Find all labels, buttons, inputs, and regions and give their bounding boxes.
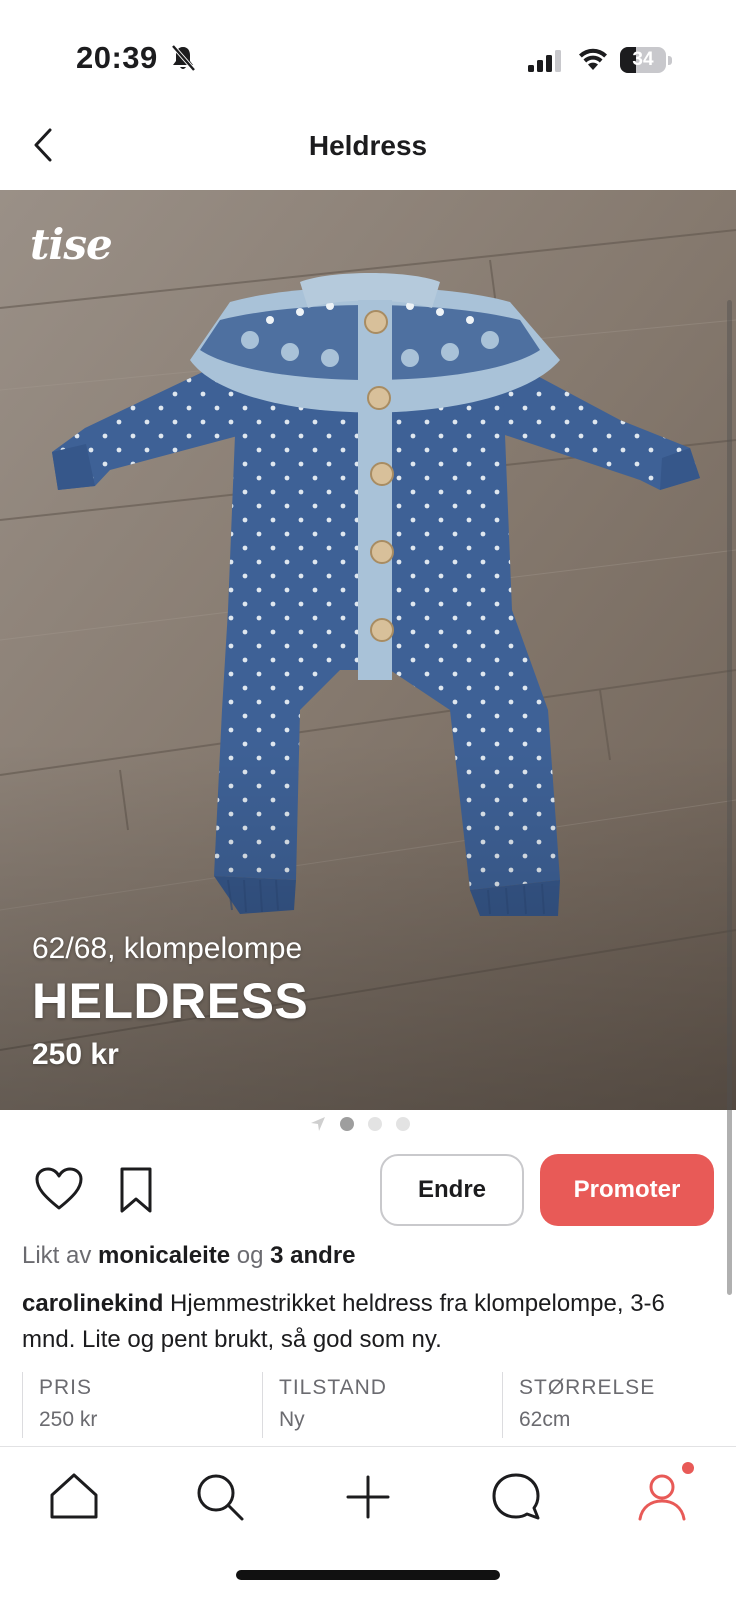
chat-icon[interactable]: [488, 1469, 544, 1525]
heart-icon[interactable]: [34, 1166, 84, 1212]
image-pagination: [0, 1114, 736, 1134]
detail-label: TILSTAND: [279, 1376, 387, 1399]
detail-size: STØRRELSE 62cm: [502, 1372, 714, 1438]
battery-icon: 34: [620, 47, 672, 73]
detail-value: 62cm: [519, 1408, 571, 1431]
edit-button[interactable]: Endre: [380, 1154, 524, 1226]
detail-value: 250 kr: [39, 1408, 98, 1431]
likes-others-link[interactable]: 3 andre: [270, 1242, 355, 1269]
pagination-dot[interactable]: [340, 1117, 354, 1131]
likes-summary: Likt av monicaleite og 3 andre: [22, 1242, 356, 1270]
scrollbar[interactable]: [727, 300, 732, 1295]
seller-username[interactable]: carolinekind: [22, 1290, 163, 1317]
detail-value: Ny: [279, 1408, 305, 1431]
tise-watermark: tise: [30, 220, 113, 269]
page-title: Heldress: [308, 130, 428, 161]
nav-header: Heldress: [0, 110, 736, 190]
search-icon[interactable]: [192, 1469, 248, 1525]
home-indicator: [236, 1570, 500, 1580]
listing-details: PRIS 250 kr TILSTAND Ny STØRRELSE 62cm: [22, 1372, 714, 1438]
battery-level: 34: [632, 49, 654, 70]
promote-button[interactable]: Promoter: [540, 1154, 714, 1226]
liker-username[interactable]: monicaleite: [98, 1242, 230, 1269]
bell-muted-icon: [171, 44, 196, 72]
profile-icon[interactable]: [634, 1469, 690, 1525]
likes-prefix: Likt av: [22, 1242, 92, 1269]
status-time: 20:39: [76, 40, 158, 75]
cellular-signal-icon: [528, 50, 561, 72]
home-icon[interactable]: [46, 1469, 102, 1525]
location-arrow-icon: [311, 1117, 325, 1131]
detail-label: PRIS: [39, 1376, 93, 1399]
photo-overlay-subtitle: 62/68, klompelompe: [32, 932, 303, 965]
likes-joiner: og: [236, 1242, 264, 1269]
detail-label: STØRRELSE: [519, 1376, 656, 1399]
status-bar: 20:39 34: [0, 0, 736, 110]
detail-price: PRIS 250 kr: [22, 1372, 258, 1438]
pagination-dot[interactable]: [368, 1117, 382, 1131]
wifi-icon: [579, 48, 607, 70]
photo-overlay-title: HELDRESS: [32, 973, 309, 1029]
plus-icon[interactable]: [340, 1469, 396, 1525]
detail-condition: TILSTAND Ny: [262, 1372, 498, 1438]
product-photo[interactable]: tise 62/68, klompelompe HELDRESS 250 kr: [0, 190, 736, 1110]
bookmark-icon[interactable]: [114, 1166, 158, 1214]
photo-overlay-price: 250 kr: [32, 1038, 119, 1071]
pagination-dot[interactable]: [396, 1117, 410, 1131]
notification-badge: [682, 1462, 694, 1474]
listing-description: carolinekind Hjemmestrikket heldress fra…: [22, 1286, 722, 1358]
